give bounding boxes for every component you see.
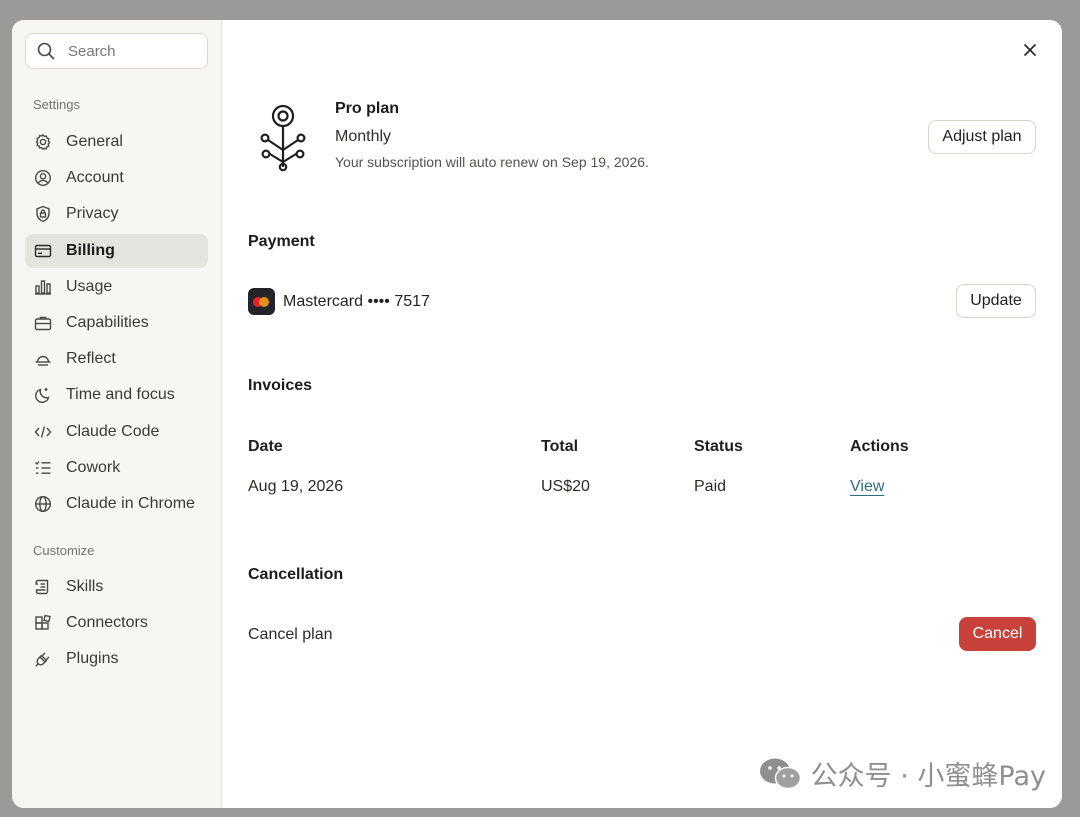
cancellation-heading: Cancellation [248, 566, 344, 583]
sidebar-item-label: Claude Code [66, 422, 160, 440]
moon-icon [34, 386, 52, 404]
sidebar-item-label: Reflect [66, 350, 116, 368]
watermark-text: 公众号 · 小蜜蜂Pay [810, 761, 1046, 792]
invoice-total: US$20 [541, 478, 590, 495]
blocks-icon [34, 614, 52, 632]
sidebar-item-usage[interactable]: Usage [25, 270, 208, 304]
settings-section-label: Settings [33, 97, 80, 112]
sidebar-item-plugins[interactable]: Plugins [25, 642, 208, 676]
sidebar-item-capabilities[interactable]: Capabilities [25, 306, 208, 340]
sidebar-item-label: Time and focus [66, 386, 175, 404]
plan-title: Pro plan [335, 100, 400, 117]
plan-period: Monthly [335, 128, 392, 145]
customize-section-label: Customize [33, 542, 95, 558]
sidebar-item-time-and-focus[interactable]: Time and focus [25, 378, 208, 412]
view-invoice-link[interactable]: View [850, 478, 884, 496]
invoice-status: Paid [694, 478, 727, 495]
sidebar-item-label: Cowork [66, 458, 121, 476]
credit-card-icon [34, 242, 52, 260]
sidebar-item-claude-code[interactable]: Claude Code [25, 415, 208, 449]
sidebar-item-general[interactable]: General [25, 125, 208, 159]
sidebar: Settings General Account Privacy Billing… [12, 20, 222, 808]
payment-heading: Payment [248, 233, 315, 250]
invoices-heading: Invoices [248, 377, 313, 394]
gear-icon [34, 133, 52, 151]
code-icon [34, 423, 52, 441]
sidebar-item-label: Skills [66, 577, 104, 595]
sunset-icon [34, 350, 52, 368]
sidebar-item-cowork[interactable]: Cowork [25, 451, 208, 485]
billing-panel: Pro plan Monthly Your subscription will … [222, 20, 1062, 808]
sidebar-item-label: Billing [66, 241, 115, 259]
column-header-status: Status [694, 438, 743, 455]
globe-icon [34, 495, 52, 513]
sidebar-item-privacy[interactable]: Privacy [25, 197, 208, 231]
search-box[interactable] [25, 33, 208, 69]
search-icon [37, 42, 55, 60]
sidebar-item-label: Connectors [66, 614, 148, 632]
column-header-date: Date [248, 438, 283, 455]
invoice-date: Aug 19, 2026 [248, 478, 344, 495]
sidebar-item-account[interactable]: Account [25, 161, 208, 195]
sidebar-item-label: Account [66, 169, 124, 187]
close-button[interactable] [1020, 40, 1040, 60]
cancel-plan-label: Cancel plan [248, 626, 333, 643]
payment-method: Mastercard •••• 7517 [248, 288, 430, 315]
close-icon [1023, 43, 1037, 57]
cancel-button[interactable]: Cancel [959, 617, 1036, 651]
user-circle-icon [34, 169, 52, 187]
sidebar-item-billing[interactable]: Billing [25, 233, 208, 268]
checklist-icon [34, 459, 52, 477]
sidebar-item-label: Usage [66, 277, 113, 295]
settings-modal: Settings General Account Privacy Billing… [12, 20, 1062, 808]
update-payment-button[interactable]: Update [956, 284, 1036, 318]
mastercard-icon [248, 288, 275, 315]
plug-icon [34, 650, 52, 668]
card-description: Mastercard •••• 7517 [283, 292, 430, 310]
sidebar-item-label: Privacy [66, 205, 119, 223]
sidebar-item-connectors[interactable]: Connectors [25, 606, 208, 640]
sidebar-item-skills[interactable]: Skills [25, 570, 208, 604]
sidebar-item-label: Claude in Chrome [66, 494, 195, 512]
plan-tree-icon [260, 104, 306, 172]
sidebar-item-label: Capabilities [66, 313, 149, 331]
bar-chart-icon [34, 278, 52, 296]
plan-summary: Pro plan Monthly Your subscription will … [248, 100, 1036, 180]
sidebar-item-claude-in-chrome[interactable]: Claude in Chrome [25, 487, 208, 521]
adjust-plan-button[interactable]: Adjust plan [928, 120, 1036, 154]
sidebar-item-reflect[interactable]: Reflect [25, 342, 208, 376]
shield-lock-icon [34, 205, 52, 223]
sidebar-item-label: Plugins [66, 650, 119, 668]
watermark: 公众号 · 小蜜蜂Pay [759, 754, 1046, 793]
scroll-icon [34, 578, 52, 596]
column-header-actions: Actions [850, 438, 909, 455]
wechat-icon [759, 758, 801, 789]
briefcase-icon [34, 314, 52, 332]
search-input[interactable] [68, 42, 188, 60]
column-header-total: Total [541, 438, 579, 455]
sidebar-item-label: General [66, 133, 123, 150]
plan-renewal-text: Your subscription will auto renew on Sep… [335, 154, 649, 170]
